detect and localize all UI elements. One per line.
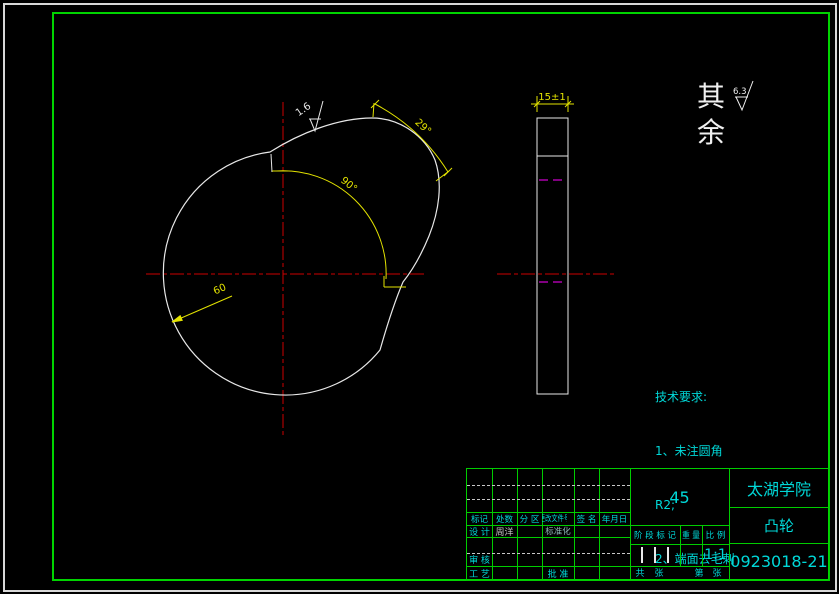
sheet-total-label: 共: [635, 569, 645, 579]
header-signature: 签 名: [576, 514, 597, 525]
header-zone: 分 区: [519, 514, 540, 525]
sheet-total-unit: 张: [654, 569, 664, 579]
header-docno: 更改文件号: [542, 514, 567, 523]
radius-arrowhead: [171, 314, 183, 323]
process-label: 工 艺: [469, 569, 490, 580]
scale-value: 1:1: [704, 547, 727, 563]
review-label: 审 核: [469, 556, 490, 566]
stage-mark-label: 阶 段 标 记: [633, 530, 677, 541]
dimensions: [171, 96, 574, 323]
drawing-number: 0923018-21: [730, 552, 828, 571]
material-value: 45: [669, 487, 690, 507]
thickness-text: 15±1: [538, 92, 565, 103]
title-block: 标记 处数 分 区 更改文件号 签 名 年月日 设 计 周洋 标准化 审 核 工…: [466, 468, 830, 581]
radius-text: 60: [212, 282, 228, 297]
cad-drawing-sheet: 90° 29° 60 15±1 1.6 其 余 6.3 技术要求: 1、未注圆角…: [0, 0, 839, 594]
grid-line: [467, 537, 630, 538]
revision-row-line: [467, 499, 630, 500]
cam-profile: [162, 117, 440, 396]
tech-req-line: 1、未注圆角: [655, 444, 723, 458]
design-label: 设 计: [469, 527, 490, 538]
side-view: [536, 117, 569, 395]
sweep-angle-text: 90°: [338, 175, 359, 195]
weight-label: 重 量: [682, 530, 700, 541]
scale-label: 比 例: [705, 530, 726, 541]
header-date: 年月日: [601, 514, 628, 525]
stage-mark-tick: [641, 547, 643, 563]
sheet-no-label: 第: [694, 569, 704, 579]
qiyu-char-top: 其: [697, 80, 725, 113]
nose-arc-dim-line: [374, 103, 449, 173]
company-name: 太湖学院: [746, 480, 811, 499]
part-name: 凸轮: [763, 516, 794, 535]
general-roughness-value: 6.3: [733, 87, 747, 97]
roughness-value-text: 1.6: [294, 101, 313, 119]
roughness-symbol-icon: [309, 100, 324, 133]
stage-mark-tick: [654, 547, 656, 563]
general-roughness-note: 其 余 6.3: [697, 80, 754, 149]
sweep-angle-dim-arc: [275, 170, 387, 280]
qiyu-char-bottom: 余: [697, 116, 725, 149]
standardization-label: 标准化: [545, 527, 571, 537]
stage-mark-tick: [667, 547, 669, 563]
designer-name: 周洋: [495, 527, 514, 538]
revision-row-line: [467, 485, 630, 486]
sheet-no-unit: 张: [712, 569, 722, 579]
nose-arc-dim-slashes: [370, 99, 453, 177]
centerlines: [146, 102, 614, 437]
header-count: 处数: [495, 514, 513, 525]
approve-label: 批 准: [547, 569, 569, 580]
sideview-hidden-lines: [539, 179, 567, 283]
sideview-outline: [536, 117, 569, 395]
header-mark: 标记: [470, 514, 488, 525]
cam-step-reference-line: [270, 153, 273, 173]
tech-req-title: 技术要求:: [655, 390, 708, 404]
dimension-texts: 90° 29° 60 15±1: [212, 92, 566, 297]
surface-finish-mark: 1.6: [294, 100, 324, 133]
